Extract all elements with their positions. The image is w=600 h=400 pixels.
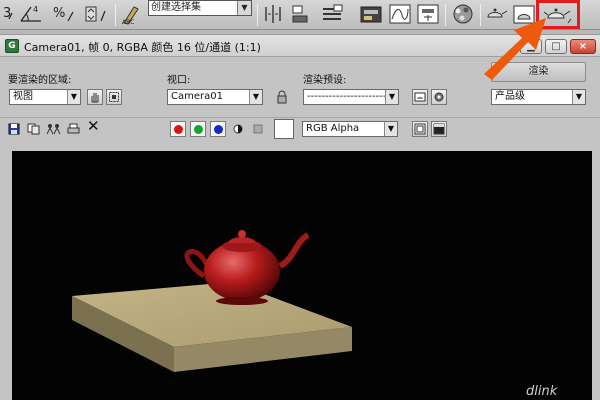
render-mode-value: 产品级: [495, 91, 525, 102]
curve-editor-icon[interactable]: [388, 3, 412, 25]
material-editor-icon[interactable]: [450, 3, 476, 25]
environment-button[interactable]: [431, 89, 447, 105]
chevron-down-icon: ▼: [67, 90, 80, 104]
overlay-icon: [414, 123, 426, 135]
monochrome-button[interactable]: [252, 123, 264, 138]
svg-text:4: 4: [33, 5, 38, 14]
render-mode-dropdown[interactable]: 产品级 ▼: [491, 89, 586, 105]
region-select-icon: [109, 92, 119, 102]
preset-dropdown[interactable]: ------------------------ ▼: [303, 89, 399, 105]
copy-image-button[interactable]: [27, 123, 40, 138]
toggle-ui-button[interactable]: [431, 121, 447, 137]
hand-icon: [91, 93, 99, 103]
copy-icon: [27, 123, 40, 135]
window-ui-icon: [433, 123, 445, 135]
close-icon: ×: [578, 41, 588, 52]
preset-value: ------------------------: [307, 91, 394, 102]
svg-text:dlink: dlink: [526, 384, 558, 399]
channel-value: RGB Alpha: [306, 123, 360, 134]
selection-set-dropdown[interactable]: 创建选择集 ▼: [148, 0, 252, 16]
render-setup-button[interactable]: [412, 89, 428, 105]
area-label: 要渲染的区域:: [8, 75, 72, 86]
chevron-down-icon: ▼: [249, 90, 262, 104]
auto-region-button[interactable]: [106, 89, 122, 105]
viewport-label: 视口:: [167, 75, 191, 86]
chevron-down-icon: ▼: [572, 90, 585, 104]
blue-dot-icon: [213, 124, 223, 134]
print-image-button[interactable]: [67, 123, 80, 138]
edit-region-button[interactable]: [87, 89, 103, 105]
chevron-down-icon: ▼: [385, 90, 398, 104]
area-value: 视图: [13, 91, 33, 102]
close-button[interactable]: ×: [570, 39, 596, 54]
save-image-button[interactable]: [8, 123, 20, 138]
blue-channel-button[interactable]: [210, 121, 226, 137]
channel-toolbar: ✕ RGB Alpha ▼: [0, 117, 600, 139]
layer-manager-icon[interactable]: [320, 3, 344, 25]
mirror-icon[interactable]: [262, 3, 284, 25]
viewport-value: Camera01: [171, 91, 223, 102]
green-channel-button[interactable]: [190, 121, 206, 137]
preset-label: 渲染预设:: [303, 75, 347, 86]
graphite-ribbon-icon[interactable]: [358, 3, 384, 25]
svg-text:3: 3: [3, 6, 11, 21]
color-swatch[interactable]: [274, 119, 294, 139]
channel-dropdown[interactable]: RGB Alpha ▼: [302, 121, 398, 137]
alpha-icon: [233, 124, 243, 134]
svg-text:%: %: [53, 6, 65, 21]
print-icon: [67, 123, 80, 134]
spinner-snap-icon[interactable]: [84, 3, 112, 25]
mono-icon: [253, 124, 263, 134]
clone-window-button[interactable]: [46, 123, 62, 138]
angle-snap-icon[interactable]: 4: [18, 3, 44, 25]
green-dot-icon: [193, 124, 203, 134]
area-dropdown[interactable]: 视图 ▼: [9, 89, 81, 105]
red-channel-button[interactable]: [170, 121, 186, 137]
svg-text:ABC: ABC: [122, 19, 134, 25]
close-x-icon: ✕: [87, 117, 100, 135]
edit-named-selection-icon[interactable]: ABC: [120, 3, 144, 25]
snap-3-icon[interactable]: 3: [2, 3, 14, 25]
clear-button[interactable]: ✕: [87, 117, 100, 135]
render-setup-icon: [414, 92, 426, 102]
chevron-down-icon: ▼: [384, 122, 397, 136]
watermark-logo: dlink: [526, 384, 558, 399]
schematic-view-icon[interactable]: [416, 3, 440, 25]
viewport-dropdown[interactable]: Camera01 ▼: [167, 89, 263, 105]
box-object: [72, 282, 352, 372]
clone-icon: [46, 124, 61, 135]
gear-icon: [434, 92, 444, 102]
floppy-icon: [8, 123, 20, 135]
chevron-down-icon: ▼: [237, 1, 251, 15]
selection-set-value: 创建选择集: [151, 2, 201, 13]
lock-viewport-button[interactable]: [274, 89, 290, 105]
alpha-channel-button[interactable]: [232, 123, 244, 138]
render-viewport[interactable]: [12, 151, 592, 400]
window-title: Camera01, 帧 0, RGBA 颜色 16 位/通道 (1:1): [24, 41, 261, 54]
red-dot-icon: [173, 124, 183, 134]
red-arrow-icon: [484, 18, 546, 80]
app-icon: G: [5, 39, 19, 53]
align-icon[interactable]: [290, 3, 312, 25]
lock-icon: [277, 90, 287, 104]
toggle-ui-overlay-button[interactable]: [412, 121, 428, 137]
percent-snap-icon[interactable]: %: [52, 3, 78, 25]
rendered-scene: [72, 230, 352, 372]
rendered-frame-window: G Camera01, 帧 0, RGBA 颜色 16 位/通道 (1:1) ▁…: [0, 34, 600, 400]
